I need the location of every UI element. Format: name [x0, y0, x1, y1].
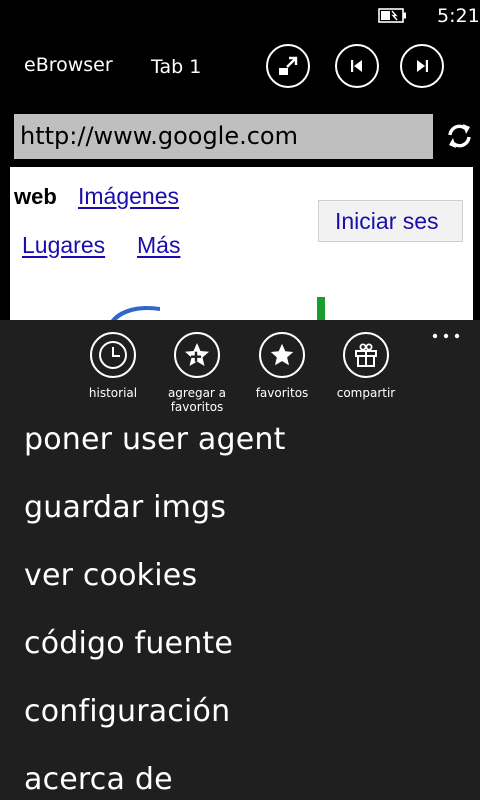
back-button[interactable] [335, 44, 379, 88]
nav-web-active: web [14, 184, 57, 209]
menu-item-cookies[interactable]: ver cookies [24, 558, 197, 593]
signin-button[interactable]: Iniciar ses [318, 200, 463, 242]
add-star-icon [174, 332, 220, 378]
expand-arrow-icon [279, 56, 298, 75]
gift-icon [343, 332, 389, 378]
menu-item-user-agent[interactable]: poner user agent [24, 422, 286, 457]
app-bar: historial agregar a favoritos favoritos [0, 320, 480, 800]
battery-charging-icon [378, 8, 406, 23]
add-favorite-button[interactable]: agregar a favoritos [152, 332, 242, 414]
clock-icon [90, 332, 136, 378]
share-button[interactable]: compartir [336, 332, 396, 400]
status-bar: 5:21 [0, 0, 480, 32]
fullscreen-button[interactable] [266, 44, 310, 88]
menu-item-settings[interactable]: configuración [24, 694, 230, 729]
favorites-button[interactable]: favoritos [252, 332, 312, 400]
menu-item-source-code[interactable]: código fuente [24, 626, 233, 661]
add-favorite-label: agregar a favoritos [152, 386, 242, 414]
link-places[interactable]: Lugares [22, 232, 105, 259]
add-favorite-label-line2: favoritos [170, 400, 224, 414]
url-input[interactable]: http://www.google.com [14, 114, 433, 159]
link-images[interactable]: Imágenes [78, 183, 179, 210]
menu-item-about[interactable]: acerca de [24, 762, 173, 797]
ellipsis-icon[interactable] [432, 332, 460, 340]
webpage-view[interactable]: web Imágenes Lugares Más Iniciar ses [10, 167, 473, 320]
google-logo [110, 297, 325, 320]
menu-item-save-images[interactable]: guardar imgs [24, 490, 226, 525]
star-icon [259, 332, 305, 378]
favorites-label: favoritos [255, 386, 309, 400]
app-title: eBrowser [24, 54, 113, 76]
add-favorite-label-line1: agregar a [167, 386, 227, 400]
history-label: historial [88, 386, 138, 400]
share-label: compartir [336, 386, 396, 400]
history-button[interactable]: historial [83, 332, 143, 400]
link-more[interactable]: Más [137, 232, 180, 259]
next-icon [417, 60, 428, 72]
forward-button[interactable] [400, 44, 444, 88]
clock: 5:21 [437, 5, 480, 27]
tab-selector[interactable]: Tab 1 [151, 56, 201, 78]
refresh-icon[interactable] [446, 122, 473, 150]
previous-icon [351, 60, 362, 72]
